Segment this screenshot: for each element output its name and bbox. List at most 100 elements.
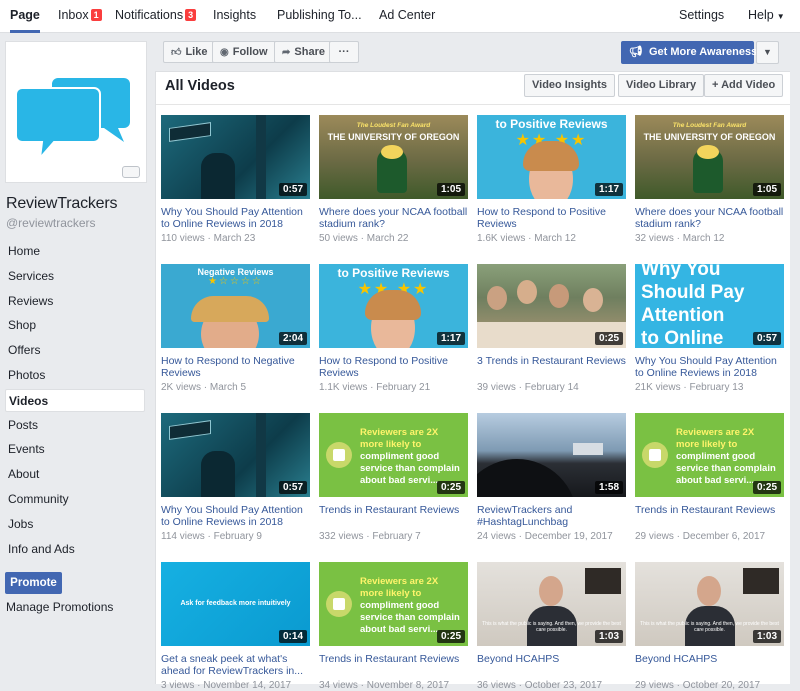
video-thumbnail[interactable]: The Loudest Fan Award THE UNIVERSITY OF O… (319, 115, 468, 199)
video-card[interactable]: The Loudest Fan Award THE UNIVERSITY OF O… (319, 115, 468, 244)
sidebar-item-info-and-ads[interactable]: Info and Ads (5, 538, 145, 561)
sidebar-item-jobs[interactable]: Jobs (5, 513, 145, 536)
video-card[interactable]: The Loudest Fan Award THE UNIVERSITY OF O… (635, 115, 784, 244)
video-title-link[interactable]: Trends in Restaurant Reviews (319, 653, 468, 677)
video-thumbnail[interactable]: to Positive Reviews ★★ ★★ 1:17 (477, 115, 626, 199)
promote-button[interactable]: Promote (5, 572, 62, 594)
video-thumbnail[interactable]: Reviewers are 2X more likely to compliment… (319, 413, 468, 497)
video-title-link[interactable]: Beyond HCAHPS (477, 653, 626, 677)
video-date[interactable]: March 23 (214, 233, 256, 244)
manage-promotions-link[interactable]: Manage Promotions (6, 600, 113, 614)
video-card[interactable]: to Positive Reviews ★★ ★★ 1:17 How to Respo… (319, 264, 468, 393)
video-thumbnail[interactable]: This is what the public is saying. And t… (635, 562, 784, 646)
video-thumbnail[interactable]: Why You Should Pay Attention to Online 0:57 (635, 264, 784, 348)
sidebar-item-about[interactable]: About (5, 463, 145, 486)
video-thumbnail[interactable]: Reviewers are 2X more likely to compliment… (319, 562, 468, 646)
video-date[interactable]: October 23, 2017 (525, 680, 602, 691)
sidebar-item-posts[interactable]: Posts (5, 414, 145, 437)
sidebar-item-home[interactable]: Home (5, 240, 145, 263)
video-title-link[interactable]: Get a sneak peek at what's ahead for Rev… (161, 653, 310, 677)
share-button[interactable]: ➦ Share (274, 41, 333, 63)
video-title-link[interactable]: How to Respond to Positive Reviews (319, 355, 468, 379)
video-date[interactable]: October 20, 2017 (683, 680, 760, 691)
sidebar-item-community[interactable]: Community (5, 488, 145, 511)
video-title-link[interactable]: Beyond HCAHPS (635, 653, 784, 677)
sidebar-item-shop[interactable]: Shop (5, 314, 145, 337)
page-name[interactable]: ReviewTrackers (6, 195, 117, 213)
video-card[interactable]: This is what the public is saying. And t… (477, 562, 626, 691)
video-thumbnail[interactable]: 0:57 (161, 115, 310, 199)
video-card[interactable]: Ask for feedback more intuitively 0:14 Get… (161, 562, 310, 691)
video-card[interactable]: 0:25 3 Trends in Restaurant Reviews 39 vie… (477, 264, 626, 393)
video-title-link[interactable]: How to Respond to Positive Reviews (477, 206, 626, 230)
like-button[interactable]: 👍︎ Like (163, 41, 216, 63)
video-card[interactable]: Reviewers are 2X more likely to compliment… (635, 413, 784, 542)
video-date[interactable]: February 14 (525, 382, 579, 393)
video-date[interactable]: February 7 (372, 531, 420, 542)
tab-ad-center[interactable]: Ad Center (379, 0, 435, 33)
video-thumbnail[interactable]: 0:25 (477, 264, 626, 348)
video-date[interactable]: March 5 (210, 382, 246, 393)
video-date[interactable]: February 13 (689, 382, 743, 393)
video-card[interactable]: 0:57 Why You Should Pay Attention to Onli… (161, 413, 310, 542)
video-thumbnail[interactable]: Reviewers are 2X more likely to compliment… (635, 413, 784, 497)
video-thumbnail[interactable]: 0:57 (161, 413, 310, 497)
tab-insights[interactable]: Insights (213, 0, 256, 33)
video-card[interactable]: Negative Reviews ★☆☆☆☆ 2:04 How to Respond … (161, 264, 310, 393)
add-video-button[interactable]: + Add Video (704, 74, 784, 97)
tab-publishing-tools[interactable]: Publishing To... (277, 0, 362, 33)
video-title-link[interactable]: ReviewTrackers and #HashtagLunchbag (477, 504, 626, 528)
video-date[interactable]: February 9 (214, 531, 262, 542)
video-thumbnail[interactable]: The Loudest Fan Award THE UNIVERSITY OF O… (635, 115, 784, 199)
sidebar-item-reviews[interactable]: Reviews (5, 290, 145, 313)
tab-page[interactable]: Page (10, 0, 40, 33)
video-library-button[interactable]: Video Library (618, 74, 705, 97)
video-card[interactable]: This is what the public is saying. And t… (635, 562, 784, 691)
video-date[interactable]: February 21 (376, 382, 430, 393)
video-card[interactable]: Why You Should Pay Attention to Online 0:57 W… (635, 264, 784, 393)
video-title-link[interactable]: Why You Should Pay Attention to Online R… (635, 355, 784, 379)
video-thumbnail[interactable]: 1:58 (477, 413, 626, 497)
video-thumbnail[interactable]: to Positive Reviews ★★ ★★ 1:17 (319, 264, 468, 348)
awareness-dropdown-button[interactable]: ▼ (756, 41, 779, 64)
video-title-link[interactable]: Where does your NCAA football stadium ra… (635, 206, 784, 230)
sidebar-item-offers[interactable]: Offers (5, 339, 145, 362)
get-more-awareness-button[interactable]: 📢︎ Get More Awareness (621, 41, 757, 64)
video-date[interactable]: March 12 (683, 233, 725, 244)
sidebar-item-services[interactable]: Services (5, 265, 145, 288)
video-date[interactable]: November 14, 2017 (203, 680, 291, 691)
profile-picture[interactable] (5, 41, 147, 183)
video-card[interactable]: 1:58 ReviewTrackers and #HashtagLunchbag 2… (477, 413, 626, 542)
video-thumbnail[interactable]: This is what the public is saying. And t… (477, 562, 626, 646)
more-options-button[interactable]: ··· (329, 41, 359, 63)
video-title-link[interactable]: Why You Should Pay Attention to Online R… (161, 504, 310, 528)
video-date[interactable]: March 12 (534, 233, 576, 244)
video-date[interactable]: December 19, 2017 (525, 531, 613, 542)
camera-icon[interactable] (122, 166, 140, 178)
video-card[interactable]: Reviewers are 2X more likely to compliment… (319, 562, 468, 691)
video-thumbnail[interactable]: Ask for feedback more intuitively 0:14 (161, 562, 310, 646)
sidebar-item-videos[interactable]: Videos (5, 388, 145, 412)
sidebar-item-photos[interactable]: Photos (5, 364, 145, 387)
video-card[interactable]: Reviewers are 2X more likely to compliment… (319, 413, 468, 542)
video-card[interactable]: 0:57 Why You Should Pay Attention to Onli… (161, 115, 310, 244)
video-date[interactable]: December 6, 2017 (683, 531, 765, 542)
page-handle[interactable]: @reviewtrackers (6, 216, 96, 230)
video-title-link[interactable]: Why You Should Pay Attention to Online R… (161, 206, 310, 230)
tab-notifications[interactable]: Notifications 3 (115, 0, 197, 33)
video-title-link[interactable]: Trends in Restaurant Reviews (319, 504, 468, 528)
video-card[interactable]: to Positive Reviews ★★ ★★ 1:17 How to Respo… (477, 115, 626, 244)
video-title-link[interactable]: Trends in Restaurant Reviews (635, 504, 784, 528)
video-title-link[interactable]: 3 Trends in Restaurant Reviews (477, 355, 626, 379)
tab-settings[interactable]: Settings (679, 0, 724, 33)
video-date[interactable]: March 22 (367, 233, 409, 244)
video-title-link[interactable]: How to Respond to Negative Reviews (161, 355, 310, 379)
sidebar-item-events[interactable]: Events (5, 438, 145, 461)
video-insights-button[interactable]: Video Insights (524, 74, 615, 97)
follow-button[interactable]: ◉ Follow (212, 41, 276, 63)
video-thumbnail[interactable]: Negative Reviews ★☆☆☆☆ 2:04 (161, 264, 310, 348)
tab-inbox[interactable]: Inbox 1 (58, 0, 102, 33)
video-title-link[interactable]: Where does your NCAA football stadium ra… (319, 206, 468, 230)
tab-help[interactable]: Help ▼ (748, 0, 785, 33)
video-date[interactable]: November 8, 2017 (367, 680, 449, 691)
